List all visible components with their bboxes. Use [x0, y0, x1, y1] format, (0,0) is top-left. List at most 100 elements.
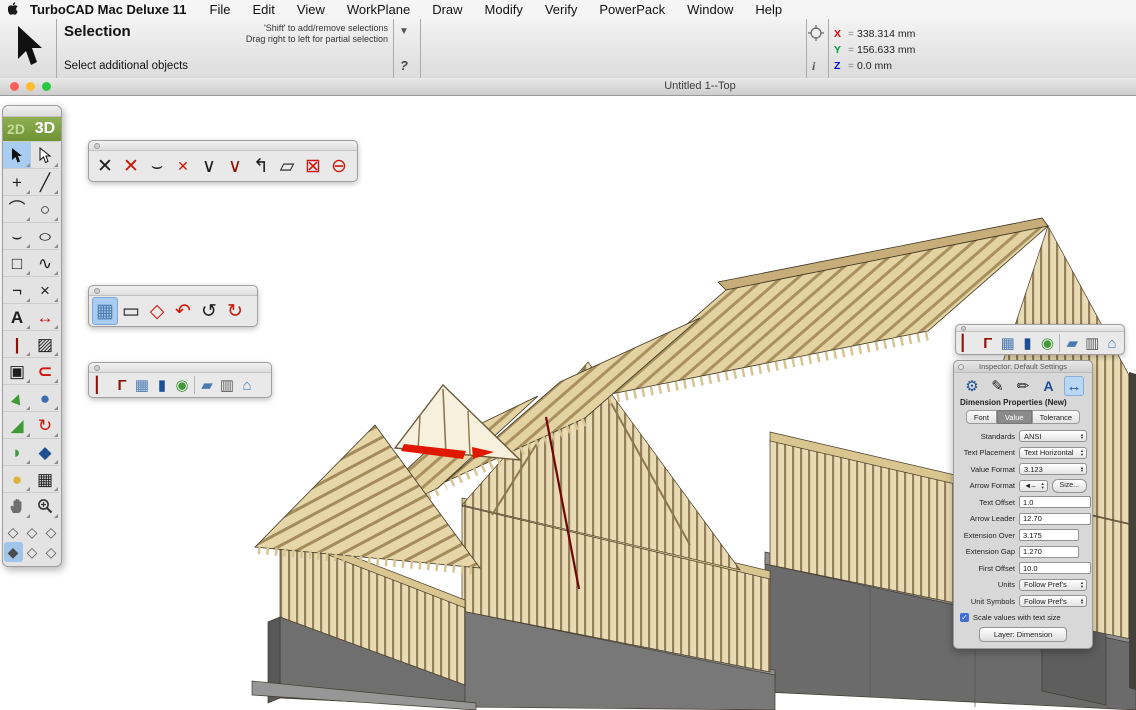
polygon-edit-tool[interactable]: ▱ — [274, 152, 300, 180]
inspector-close-icon[interactable] — [958, 364, 964, 370]
tool-revolve[interactable]: ↻ — [31, 411, 59, 438]
view-cube-3[interactable]: ◇ — [42, 522, 61, 542]
menu-help[interactable]: Help — [744, 2, 793, 17]
close-icon[interactable] — [94, 288, 100, 294]
minimize-window-button[interactable] — [26, 82, 35, 91]
tool-select[interactable] — [3, 141, 31, 168]
menu-file[interactable]: File — [199, 2, 242, 17]
tool-line[interactable]: ╱ — [31, 168, 59, 195]
rotate-arrows-tool[interactable]: ↶ — [170, 297, 196, 325]
tool-hatch[interactable]: ▨ — [31, 330, 59, 357]
toolbar-title-strip[interactable] — [89, 286, 257, 296]
window-tool[interactable]: ▦ — [132, 374, 152, 396]
extension-over-input[interactable] — [1019, 529, 1079, 541]
window-tool[interactable]: ▦ — [998, 332, 1018, 354]
mode-3d-button[interactable]: 3D — [29, 120, 61, 138]
roof-slab-tool[interactable]: ▰ — [197, 374, 217, 396]
select-rect-tool[interactable]: ▭ — [118, 297, 144, 325]
tool-curve[interactable]: ⌣ — [3, 222, 31, 249]
wall-openings-tool[interactable]: ▥ — [1082, 332, 1102, 354]
units-select[interactable]: Follow Pref's ▲▼ — [1019, 579, 1087, 591]
pen-style-icon[interactable]: ✎ — [988, 376, 1008, 396]
menu-view[interactable]: View — [286, 2, 336, 17]
menu-modify[interactable]: Modify — [474, 2, 534, 17]
tool-zoom[interactable] — [31, 492, 59, 519]
roof-tool[interactable]: ⌂ — [237, 374, 257, 396]
tool-sphere[interactable]: ● — [31, 384, 59, 411]
tool-arc[interactable]: ⌒ — [3, 195, 31, 222]
view-cube-1[interactable]: ◇ — [4, 522, 23, 542]
menu-verify[interactable]: Verify — [534, 2, 589, 17]
corner-wall-tool[interactable]: Γ — [978, 332, 998, 354]
arrow-size-button[interactable]: Size... — [1052, 479, 1087, 493]
tool-text[interactable]: A — [3, 303, 31, 330]
tool-cross[interactable]: × — [31, 276, 59, 303]
text-offset-input[interactable] — [1019, 496, 1091, 508]
layer-dimension-button[interactable]: Layer: Dimension — [979, 627, 1067, 642]
tool-select-alt[interactable] — [31, 141, 59, 168]
text-style-icon[interactable]: A — [1039, 376, 1059, 396]
tool-vertical-dimension[interactable]: | — [3, 330, 31, 357]
trim-both-tool[interactable]: ✕ — [118, 152, 144, 180]
toolbar-title-strip[interactable] — [956, 325, 1124, 332]
tab-font[interactable]: Font — [966, 410, 997, 424]
corner-wall-tool[interactable]: Γ — [112, 374, 132, 396]
tool-magnet[interactable]: ⊂ — [31, 357, 59, 384]
tool-copy[interactable]: ▣ — [3, 357, 31, 384]
roof-slab-tool[interactable]: ▰ — [1062, 332, 1082, 354]
crosshair-icon[interactable] — [808, 25, 824, 41]
door-tool[interactable]: ▮ — [152, 374, 172, 396]
tool-polyline[interactable]: ⌐ — [3, 276, 31, 303]
fillet-curve-tool[interactable]: ⌣ — [144, 152, 170, 180]
zoom-window-button[interactable] — [42, 82, 51, 91]
select-grid-tool[interactable]: ▦ — [92, 297, 118, 325]
door-tool[interactable]: ▮ — [1018, 332, 1038, 354]
menu-powerpack[interactable]: PowerPack — [588, 2, 676, 17]
close-icon[interactable] — [961, 326, 966, 331]
box-tools-tool[interactable]: ⊠ — [300, 152, 326, 180]
app-name[interactable]: TurboCAD Mac Deluxe 11 — [26, 2, 199, 17]
menu-draw[interactable]: Draw — [421, 2, 473, 17]
tool-render-options[interactable]: ▦ — [31, 465, 59, 492]
tab-value[interactable]: Value — [997, 410, 1032, 424]
insert-symbol-tool[interactable]: ◉ — [172, 374, 192, 396]
close-icon[interactable] — [94, 365, 100, 371]
tool-solid-cube[interactable]: ◆ — [31, 438, 59, 465]
first-offset-input[interactable] — [1019, 562, 1091, 574]
break-tool[interactable]: ✕ — [170, 152, 196, 180]
wall-openings-tool[interactable]: ▥ — [217, 374, 237, 396]
toolbar-title-strip[interactable] — [89, 363, 271, 373]
close-icon[interactable] — [94, 143, 100, 149]
join-tool[interactable]: ∨ — [196, 152, 222, 180]
view-cube-4[interactable]: ◇ — [23, 542, 42, 562]
mode-2d-button[interactable]: 2D — [3, 121, 29, 137]
palette-title-strip[interactable] — [3, 106, 61, 117]
trim-tool[interactable]: ✕ — [92, 152, 118, 180]
wall-tool[interactable]: ▏ — [958, 332, 978, 354]
info-icon[interactable]: i — [812, 59, 815, 74]
tool-options-dropdown[interactable]: ▼ — [399, 26, 409, 37]
wall-tool[interactable]: ▏ — [92, 374, 112, 396]
dimension-style-icon[interactable]: ↔ — [1064, 376, 1084, 396]
tool-point[interactable]: + — [3, 168, 31, 195]
tool-3d-face[interactable]: ▲ — [3, 384, 31, 411]
help-button[interactable]: ? — [400, 58, 408, 73]
value-format-select[interactable]: 3.123 ▲▼ — [1019, 463, 1087, 475]
tool-pan[interactable] — [3, 492, 31, 519]
tool-material[interactable]: ● — [3, 465, 31, 492]
view-cube-2[interactable]: ◇ — [23, 522, 42, 542]
arrow-leader-input[interactable] — [1019, 513, 1091, 525]
tool-circle[interactable]: ○ — [31, 195, 59, 222]
corner-fillet-tool[interactable]: ↰ — [248, 152, 274, 180]
text-placement-select[interactable]: Text Horizontal ▲▼ — [1019, 447, 1087, 459]
standards-select[interactable]: ANSI ▲▼ — [1019, 430, 1087, 442]
view-cube-shaded[interactable]: ◆ — [4, 542, 23, 562]
tool-spline[interactable]: ∿ — [31, 249, 59, 276]
insert-symbol-tool[interactable]: ◉ — [1038, 332, 1058, 354]
join-mid-tool[interactable]: ∨ — [222, 152, 248, 180]
unit-symbols-select[interactable]: Follow Pref's ▲▼ — [1019, 595, 1087, 607]
tool-extrude[interactable]: ◢ — [3, 411, 31, 438]
menu-workplane[interactable]: WorkPlane — [336, 2, 421, 17]
extension-gap-input[interactable] — [1019, 546, 1079, 558]
toolbar-title-strip[interactable] — [89, 141, 357, 151]
